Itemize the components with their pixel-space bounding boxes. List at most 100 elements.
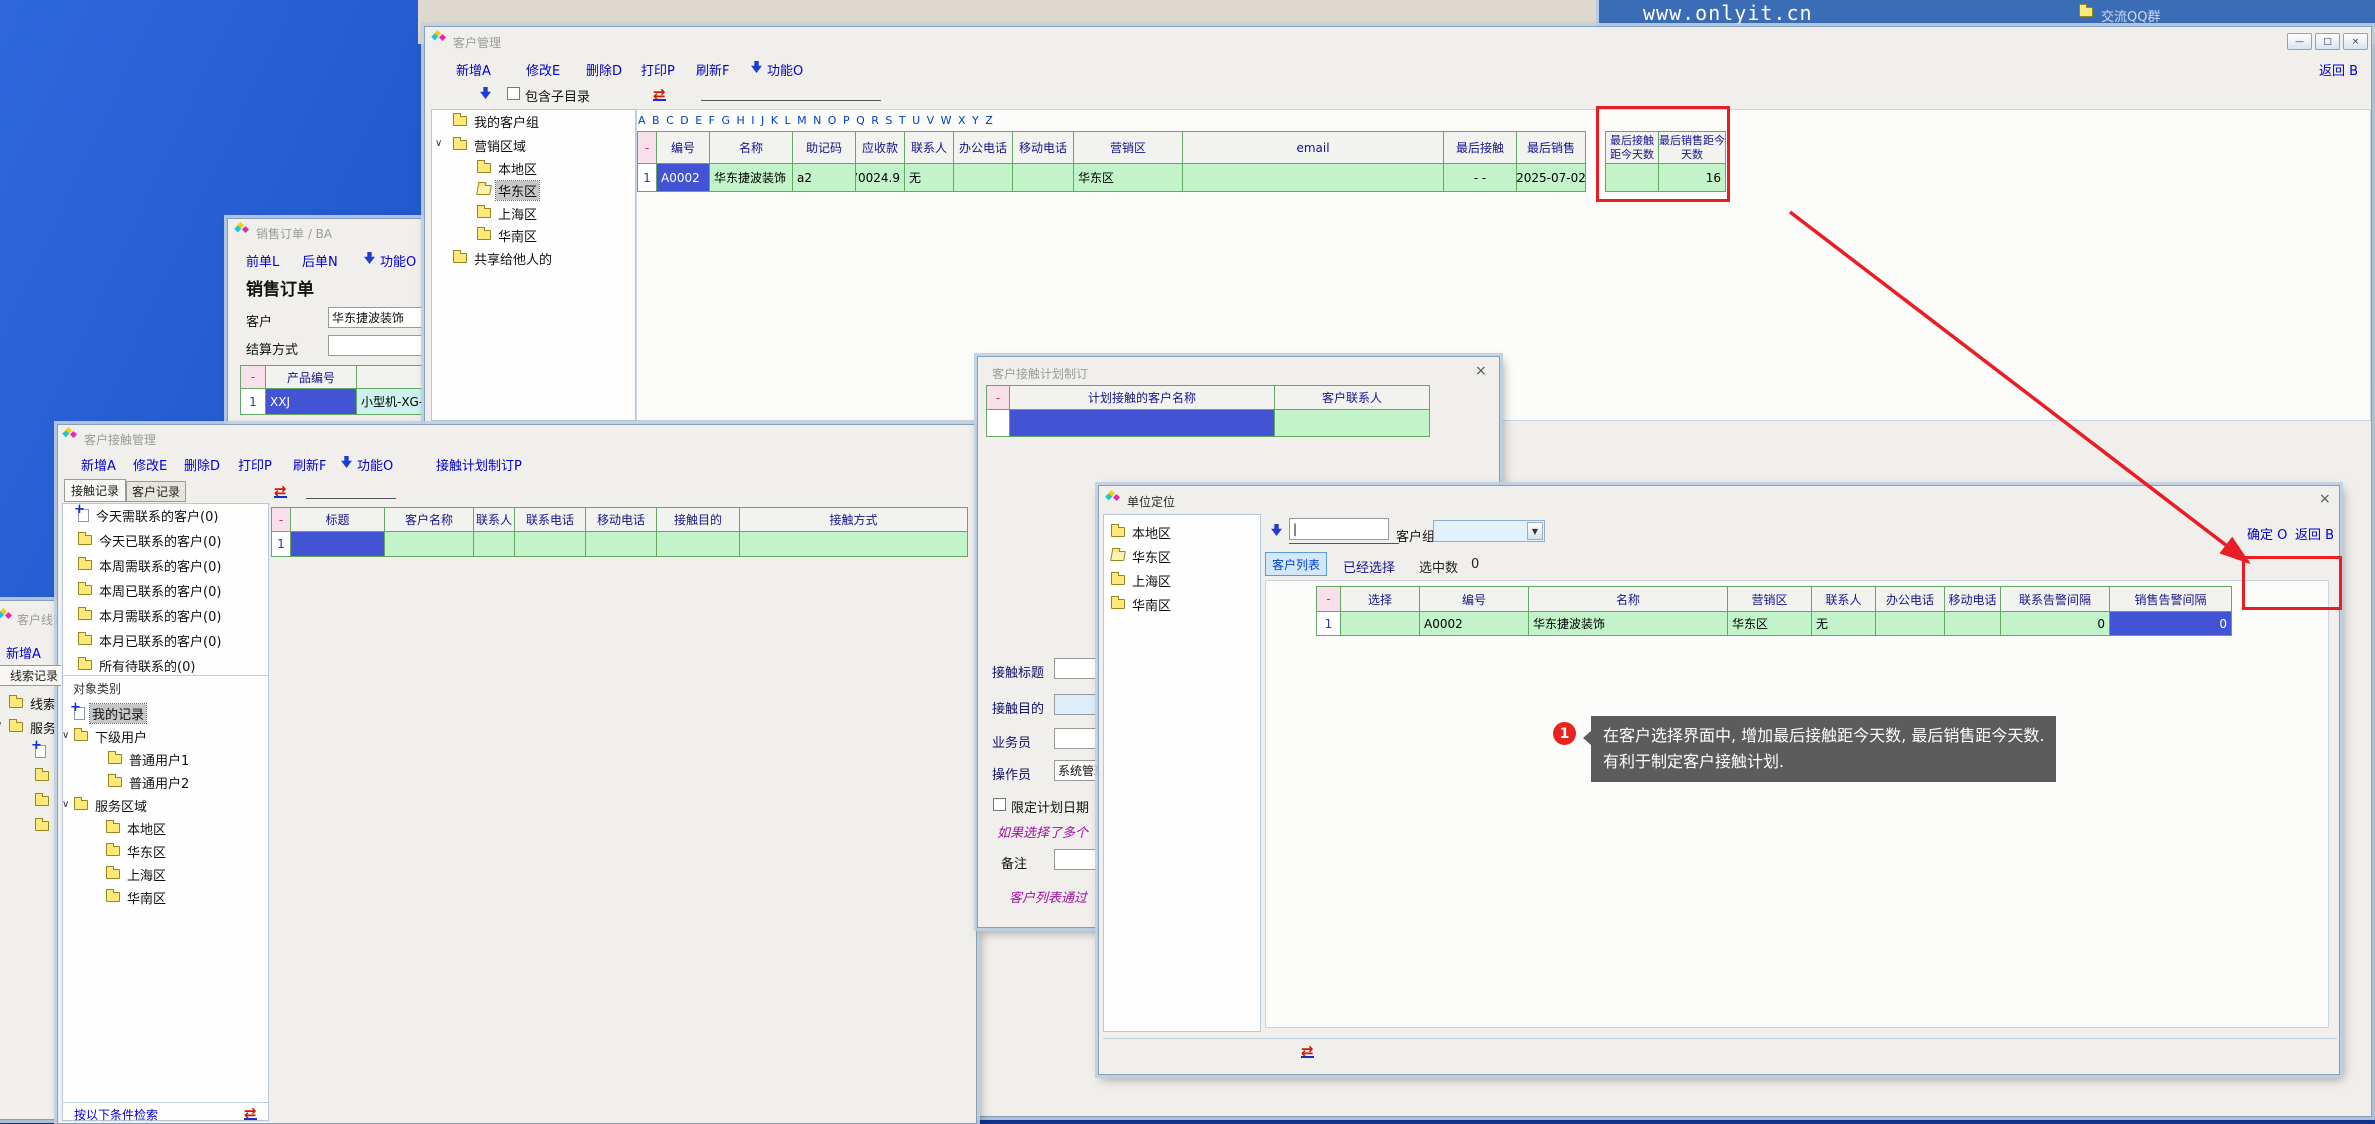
cell-product-code[interactable]: XXJ bbox=[265, 388, 357, 415]
tree-item-service[interactable]: 服务 bbox=[9, 717, 58, 737]
tree-menu-arrow-icon[interactable] bbox=[480, 87, 491, 99]
search-arrow-icon[interactable] bbox=[1271, 524, 1282, 536]
tree-item-east-china[interactable]: 华东区 bbox=[1111, 546, 1173, 566]
cell-office-phone[interactable] bbox=[953, 163, 1013, 192]
func-menu-button[interactable]: 功能O bbox=[767, 60, 803, 79]
cell-code[interactable]: A0002 bbox=[1419, 611, 1529, 636]
tree-item-week-todo[interactable]: 本周需联系的客户(0) bbox=[78, 555, 223, 575]
tree-item-local[interactable]: 本地区 bbox=[477, 158, 539, 178]
col-product-code[interactable]: 产品编号 bbox=[265, 365, 357, 389]
col-mark[interactable]: - bbox=[271, 507, 291, 532]
cell-phone[interactable] bbox=[514, 531, 586, 557]
next-order-button[interactable]: 后单N bbox=[302, 251, 338, 270]
tree-item-child[interactable] bbox=[35, 741, 46, 761]
tree-item-leads[interactable]: 线索 bbox=[9, 693, 58, 713]
tree-item-south-china[interactable]: 华南区 bbox=[106, 887, 168, 907]
delete-button[interactable]: 删除D bbox=[184, 455, 220, 474]
add-button[interactable]: 新增A bbox=[456, 60, 491, 79]
col-mobile[interactable]: 移动电话 bbox=[1944, 586, 2001, 612]
tab-contact-records[interactable]: 接触记录 bbox=[64, 479, 126, 502]
col-plan-contact[interactable]: 客户联系人 bbox=[1274, 385, 1430, 410]
maximize-button[interactable]: □ bbox=[2315, 33, 2340, 50]
tab-customer-list[interactable]: 客户列表 bbox=[1265, 552, 1327, 576]
col-name[interactable]: 名称 bbox=[1528, 586, 1728, 612]
tree-item-child[interactable] bbox=[35, 766, 49, 786]
search-input[interactable] bbox=[306, 483, 396, 499]
add-button[interactable]: 新增A bbox=[6, 643, 41, 662]
col-days-since-sale[interactable]: 最后销售距今天数 bbox=[1658, 131, 1726, 164]
tree-item-my-groups[interactable]: 我的客户组 bbox=[453, 111, 541, 131]
tab-selected[interactable]: 已经选择 bbox=[1343, 557, 1395, 576]
cell-contact-alert[interactable]: 0 bbox=[2000, 611, 2110, 636]
back-button[interactable]: 返回 B bbox=[2319, 60, 2358, 79]
col-office-phone[interactable]: 办公电话 bbox=[953, 131, 1013, 164]
col-phone[interactable]: 联系电话 bbox=[514, 507, 586, 532]
cell-name[interactable]: 华东捷波装饰 bbox=[1528, 611, 1728, 636]
col-mark[interactable]: - bbox=[637, 131, 657, 164]
tree-item-east-china[interactable]: 华东区 bbox=[106, 841, 168, 861]
tree-item-local[interactable]: 本地区 bbox=[106, 818, 168, 838]
tree-item-week-done[interactable]: 本周已联系的客户(0) bbox=[78, 580, 223, 600]
col-select[interactable]: 选择 bbox=[1340, 586, 1420, 612]
refresh-button[interactable]: 刷新F bbox=[696, 60, 729, 79]
tree-item-today-todo[interactable]: 今天需联系的客户(0) bbox=[78, 505, 220, 525]
cell-last-sale[interactable]: 2025-07-02 bbox=[1516, 163, 1586, 192]
print-button[interactable]: 打印P bbox=[641, 60, 675, 79]
table-row[interactable]: 1 XXJ 小型机-XG- bbox=[240, 389, 439, 415]
tab-lead-records[interactable]: 线索记录 bbox=[0, 665, 62, 686]
cell-method[interactable] bbox=[739, 531, 968, 557]
col-title[interactable]: 标题 bbox=[290, 507, 385, 532]
col-mobile[interactable]: 移动电话 bbox=[585, 507, 657, 532]
tree-item-user1[interactable]: 普通用户1 bbox=[108, 749, 191, 769]
col-sale-alert[interactable]: 销售告警间隔 bbox=[2109, 586, 2232, 612]
col-mark[interactable]: - bbox=[986, 385, 1010, 410]
cell-name[interactable]: 华东捷波装饰 bbox=[709, 163, 793, 192]
qq-group-link[interactable]: 交流QQ群 bbox=[2101, 6, 2160, 25]
tree-item-month-todo[interactable]: 本月需联系的客户(0) bbox=[78, 605, 223, 625]
minimize-button[interactable]: — bbox=[2287, 33, 2312, 50]
col-contact[interactable]: 联系人 bbox=[904, 131, 954, 164]
cell-contact[interactable] bbox=[473, 531, 515, 557]
site-url[interactable]: www.onlyit.cn bbox=[1643, 1, 1813, 25]
cell-last-contact[interactable]: - - bbox=[1443, 163, 1517, 192]
cell-code[interactable]: A0002 bbox=[656, 163, 710, 192]
search-swap-icon[interactable]: ⇄ bbox=[244, 1106, 257, 1120]
cell-sale-alert[interactable]: 0 bbox=[2109, 611, 2232, 636]
tree-item-service-region[interactable]: 服务区域 bbox=[74, 795, 149, 815]
edit-button[interactable]: 修改E bbox=[526, 60, 560, 79]
col-last-contact[interactable]: 最后接触 bbox=[1443, 131, 1517, 164]
tree-item-month-done[interactable]: 本月已联系的客户(0) bbox=[78, 630, 223, 650]
alphabet-filter[interactable]: A B C D E F G H I J K L M N O P Q R S T … bbox=[638, 114, 993, 127]
refresh-button[interactable]: 刷新F bbox=[293, 455, 326, 474]
col-mobile[interactable]: 移动电话 bbox=[1012, 131, 1074, 164]
cell-plan-contact[interactable] bbox=[1274, 409, 1430, 437]
cell-contact[interactable]: 无 bbox=[1811, 611, 1876, 636]
expander-icon[interactable]: ∨ bbox=[0, 720, 2, 731]
expander-icon[interactable]: ∨ bbox=[62, 730, 69, 741]
expander-icon[interactable]: ∨ bbox=[435, 138, 442, 149]
cell-purpose[interactable] bbox=[656, 531, 740, 557]
payment-field[interactable] bbox=[328, 335, 436, 356]
cell-select[interactable] bbox=[1340, 611, 1420, 636]
contact-plan-button[interactable]: 接触计划制订P bbox=[436, 455, 522, 474]
cell-mobile[interactable] bbox=[1944, 611, 2001, 636]
func-menu-button[interactable]: 功能O bbox=[380, 251, 416, 270]
tree-item-child[interactable] bbox=[35, 816, 49, 836]
tree-item-shanghai[interactable]: 上海区 bbox=[477, 203, 539, 223]
col-region[interactable]: 营销区 bbox=[1727, 586, 1812, 612]
cell-email[interactable] bbox=[1182, 163, 1444, 192]
cell-customer[interactable] bbox=[384, 531, 474, 557]
tree-item-south-china[interactable]: 华南区 bbox=[1111, 594, 1173, 614]
add-button[interactable]: 新增A bbox=[81, 455, 116, 474]
col-name[interactable]: 名称 bbox=[709, 131, 793, 164]
col-email[interactable]: email bbox=[1182, 131, 1444, 164]
col-contact[interactable]: 联系人 bbox=[1811, 586, 1876, 612]
cell-days-since-contact[interactable] bbox=[1605, 163, 1659, 192]
tree-item-sub-users[interactable]: 下级用户 bbox=[74, 726, 149, 746]
col-mnemonic[interactable]: 助记码 bbox=[792, 131, 856, 164]
tree-item-marketing-region[interactable]: 营销区域 bbox=[453, 135, 528, 155]
cell-receivable[interactable]: 70024.9 bbox=[855, 163, 905, 192]
col-days-since-contact[interactable]: 最后接触距今天数 bbox=[1605, 131, 1659, 164]
tree-item-user2[interactable]: 普通用户2 bbox=[108, 772, 191, 792]
table-row[interactable]: 1 bbox=[271, 532, 968, 557]
